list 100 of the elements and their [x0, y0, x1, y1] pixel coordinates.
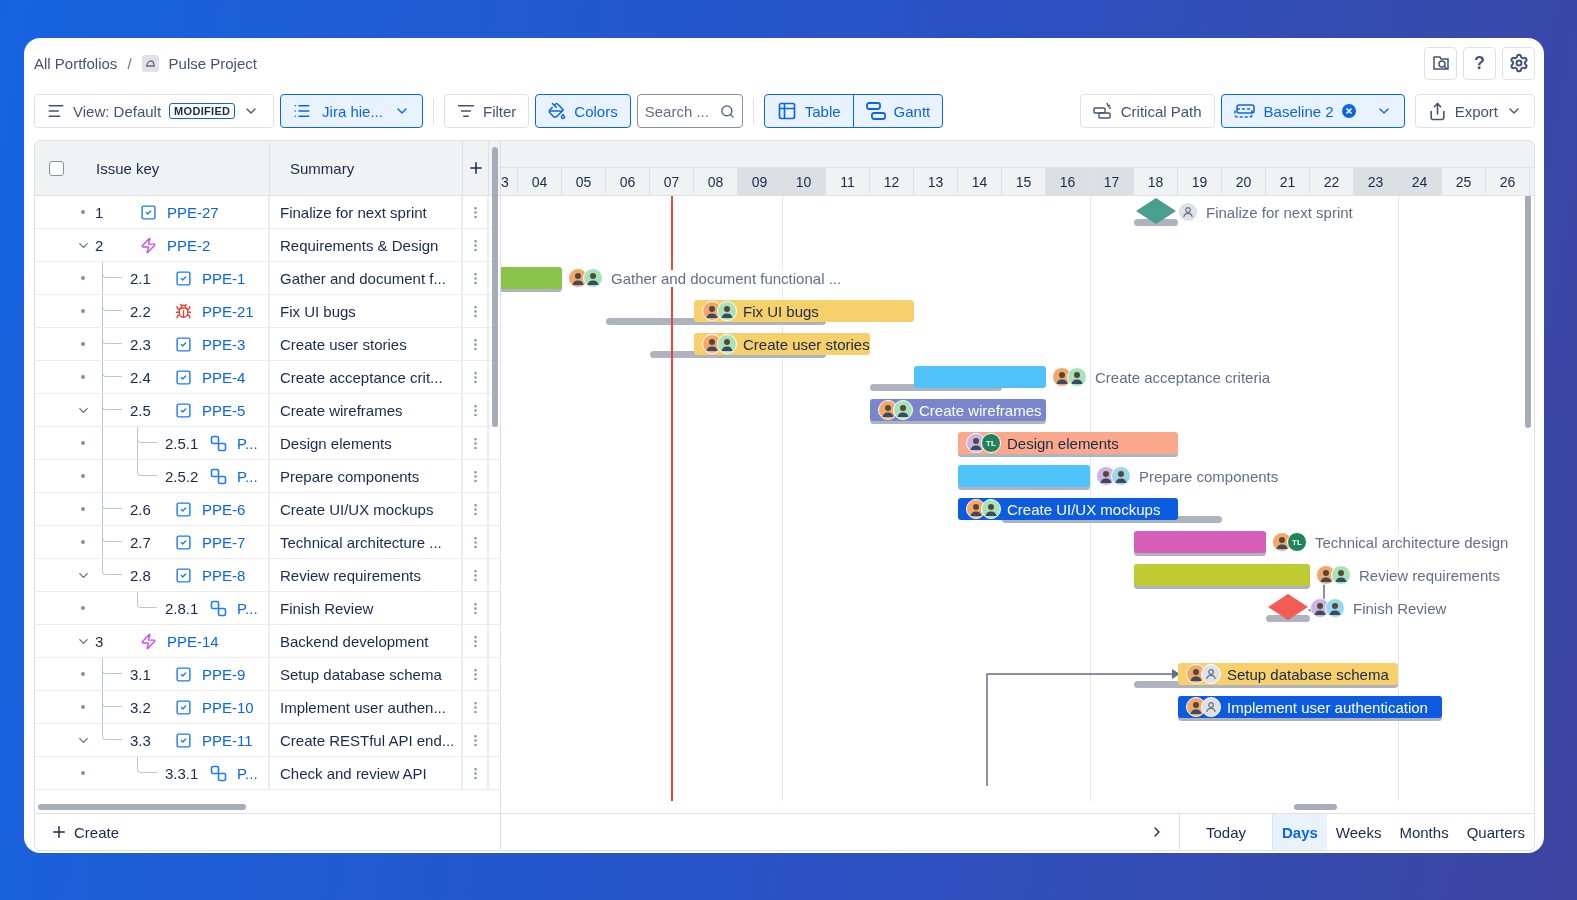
issue-key-link[interactable]: PPE-5 [202, 401, 246, 419]
summary-text: Create wireframes [280, 401, 403, 419]
summary-text: Technical architecture ... [280, 533, 442, 551]
row-number: 2.5 [130, 401, 152, 419]
issue-key-link[interactable]: PPE-8 [202, 566, 246, 584]
scale-tab[interactable]: Weeks [1326, 814, 1391, 850]
select-all-checkbox[interactable] [49, 160, 64, 176]
user-avatar [1111, 466, 1131, 486]
tree-line [137, 592, 157, 608]
export-button[interactable]: Export [1414, 94, 1535, 128]
vertical-scrollbar[interactable] [1525, 196, 1531, 428]
row-number: 2.5.1 [165, 434, 200, 452]
day-column-header: 23 [1354, 168, 1398, 195]
row-number: 2.7 [130, 533, 152, 551]
row-number: 2.4 [130, 368, 152, 386]
row-number: 3 [95, 632, 105, 650]
summary-text: Fix UI bugs [280, 302, 356, 320]
row-number: 2 [95, 236, 105, 254]
settings-icon [1508, 53, 1529, 73]
horizontal-scrollbar[interactable] [38, 804, 246, 810]
day-column-header: 17 [1090, 168, 1134, 195]
issue-key-link[interactable]: PPE-2 [167, 236, 211, 254]
task-bar[interactable]: Implement user authentication [1178, 696, 1442, 718]
row-number: 3.2 [130, 698, 152, 716]
issue-key-link[interactable]: PPE-14 [167, 632, 219, 650]
issue-key-link[interactable]: P... [237, 467, 258, 485]
vertical-scrollbar[interactable] [492, 147, 498, 427]
hierarchy-dropdown[interactable]: Jira hie... [280, 94, 423, 128]
bullet-icon [81, 441, 85, 445]
issue-key-link[interactable]: PPE-10 [202, 698, 254, 716]
row-number: 2.8 [130, 566, 152, 584]
summary-text: Create acceptance crit... [280, 368, 443, 386]
row-number: 3.1 [130, 665, 152, 683]
filter-button[interactable]: Filter [444, 94, 530, 128]
column-header[interactable]: Issue key [96, 159, 160, 177]
summary-text: Prepare components [280, 467, 420, 485]
issue-key-link[interactable]: P... [237, 434, 258, 452]
row-number: 2.8.1 [165, 599, 200, 617]
milestone-diamond[interactable] [1268, 594, 1308, 620]
view-mode-tab[interactable]: Gantt [852, 94, 944, 128]
task-bar-label: Setup database schema [1227, 665, 1389, 683]
column-header[interactable]: Summary [290, 159, 355, 177]
day-column-header: 16 [1046, 168, 1090, 195]
issue-key-link[interactable]: PPE-21 [202, 302, 254, 320]
summary-text: Implement user authen... [280, 698, 446, 716]
issue-key-link[interactable]: PPE-4 [202, 368, 246, 386]
summary-text: Review requirements [280, 566, 421, 584]
breadcrumb-link[interactable]: All Portfolios [34, 54, 118, 72]
user-avatar [1331, 565, 1351, 585]
task-bar-label: Create user stories [743, 335, 870, 353]
bullet-icon [81, 276, 85, 280]
issue-key-link[interactable]: PPE-6 [202, 500, 246, 518]
critical-path-button[interactable]: Critical Path [1079, 94, 1215, 128]
task-bar[interactable]: Fix UI bugs [694, 300, 914, 322]
task-bar[interactable]: Setup database schema [1178, 663, 1398, 685]
horizontal-scrollbar[interactable] [1294, 804, 1337, 810]
day-column-header: 24 [1398, 168, 1442, 195]
issue-key-link[interactable]: P... [237, 599, 258, 617]
task-bar[interactable]: Create user stories [694, 333, 870, 355]
scale-tab[interactable]: Months [1390, 814, 1458, 850]
breadcrumb-link[interactable]: Pulse Project [168, 54, 257, 72]
issue-key-link[interactable]: PPE-1 [202, 269, 246, 287]
milestone-diamond[interactable] [1136, 198, 1176, 224]
bullet-icon [81, 507, 85, 511]
task-bar[interactable]: Create UI/UX mockups [958, 498, 1178, 520]
summary-text: Finish Review [280, 599, 374, 617]
task-bar-label: Create UI/UX mockups [1007, 500, 1161, 518]
issue-key-link[interactable]: PPE-7 [202, 533, 246, 551]
task-bar[interactable]: TL Design elements [958, 432, 1178, 454]
search-field[interactable]: Search ... [636, 94, 743, 128]
settings-button[interactable] [1502, 46, 1535, 80]
scale-tab[interactable]: Days [1273, 814, 1327, 850]
row-number: 3.3 [130, 731, 152, 749]
clear-icon[interactable] [1341, 104, 1356, 118]
baseline-dropdown[interactable]: Baseline 2 [1220, 94, 1405, 128]
bullet-icon [81, 309, 85, 313]
create-button[interactable]: Create [41, 814, 129, 850]
issue-key-link[interactable]: PPE-11 [202, 731, 253, 749]
task-bar-label: Fix UI bugs [743, 302, 819, 320]
guide-button[interactable] [1424, 46, 1457, 80]
help-button[interactable]: ? [1463, 46, 1496, 80]
issue-key-link[interactable]: PPE-3 [202, 335, 246, 353]
issue-key-link[interactable]: PPE-9 [202, 665, 246, 683]
view-dropdown[interactable]: View: Default MODIFIED [34, 94, 274, 128]
issue-key-link[interactable]: PPE-27 [167, 203, 219, 221]
export-icon [1427, 101, 1447, 121]
list-icon [293, 102, 311, 120]
task-bar[interactable]: Create wireframes [870, 399, 1046, 421]
bullet-icon [81, 210, 85, 214]
day-column-header: 3 [501, 168, 518, 195]
colors-button[interactable]: Colors [535, 94, 631, 128]
view-mode-tab[interactable]: Table [763, 94, 854, 128]
user-avatar [1067, 367, 1087, 387]
user-avatar [981, 499, 1001, 519]
row-number: 2.1 [130, 269, 152, 287]
today-button[interactable]: Today [1179, 814, 1272, 850]
plus-icon [50, 823, 68, 841]
filter-icon [457, 102, 475, 120]
issue-key-link[interactable]: P... [237, 764, 258, 782]
scale-tab[interactable]: Quarters [1457, 814, 1534, 850]
